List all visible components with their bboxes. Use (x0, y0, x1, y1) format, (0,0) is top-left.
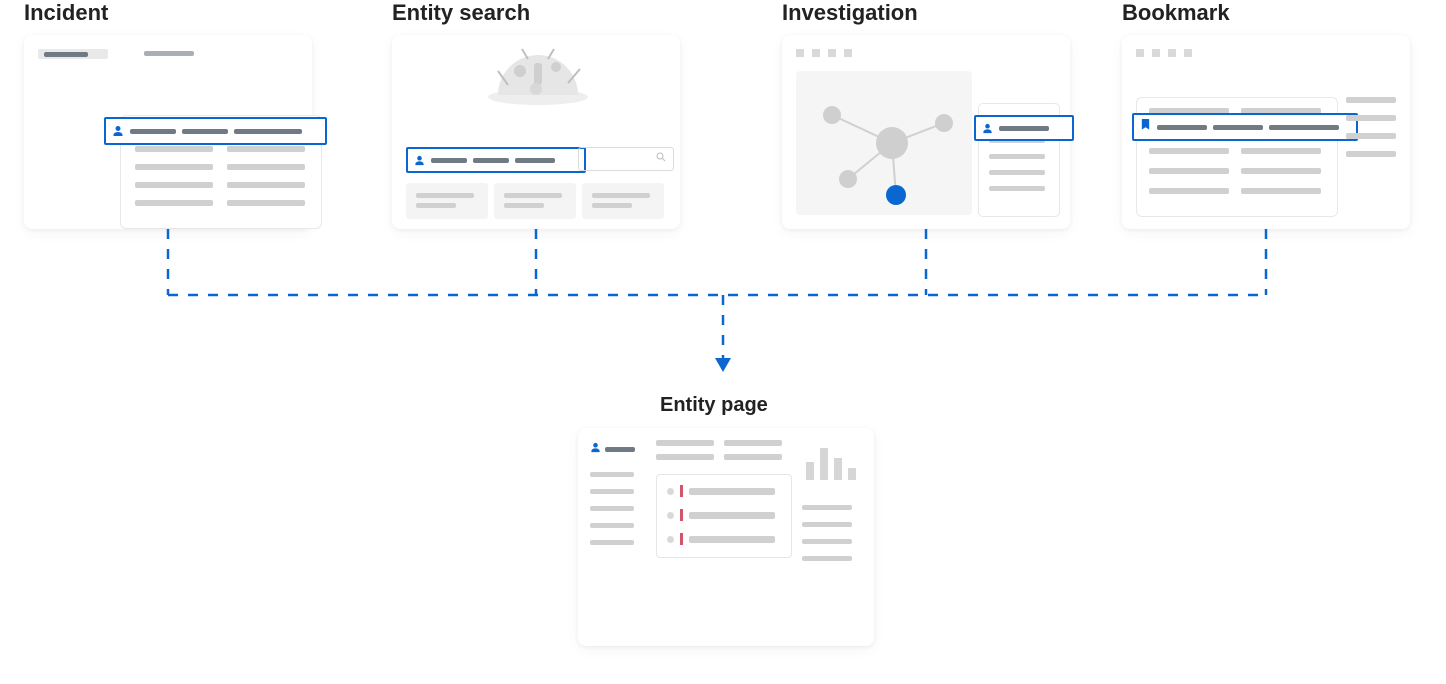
bookmark-side (1346, 97, 1396, 157)
search-tile (582, 183, 664, 219)
entity-page-navigation-diagram: Incident Entity search Investigation Boo… (0, 0, 1446, 684)
person-icon (112, 125, 124, 137)
heading-bookmark: Bookmark (1122, 0, 1230, 26)
card-incident (24, 35, 312, 229)
card-entity-search (392, 35, 680, 229)
heading-incident: Incident (24, 0, 108, 26)
person-icon (590, 440, 601, 458)
investigation-graph[interactable] (796, 71, 972, 215)
heading-entity-page: Entity page (660, 394, 768, 417)
entity-search-illustration (478, 45, 598, 107)
bookmark-entity-link[interactable] (1132, 113, 1358, 141)
entity-page-alerts (656, 474, 792, 558)
window-controls (796, 49, 852, 57)
investigation-entity-link[interactable] (974, 115, 1074, 141)
bar-chart-icon (802, 440, 862, 484)
entity-page-center (656, 440, 792, 558)
search-tile (406, 183, 488, 219)
skeleton-tab-active (38, 49, 108, 59)
entity-search-result[interactable] (406, 147, 586, 173)
search-box[interactable] (578, 147, 674, 171)
search-tile (494, 183, 576, 219)
heading-investigation: Investigation (782, 0, 918, 26)
person-icon (982, 123, 993, 134)
search-icon (655, 150, 667, 168)
window-controls (1136, 49, 1192, 57)
card-entity-page (578, 428, 874, 646)
card-bookmark (1122, 35, 1410, 229)
person-icon (414, 155, 425, 166)
heading-entity-search: Entity search (392, 0, 530, 26)
skeleton-tab (144, 51, 194, 56)
bookmark-icon (1140, 118, 1151, 136)
entity-page-right-col (802, 440, 862, 561)
card-investigation (782, 35, 1070, 229)
entity-page-left-col (590, 440, 646, 634)
incident-entity-link[interactable] (104, 117, 327, 145)
